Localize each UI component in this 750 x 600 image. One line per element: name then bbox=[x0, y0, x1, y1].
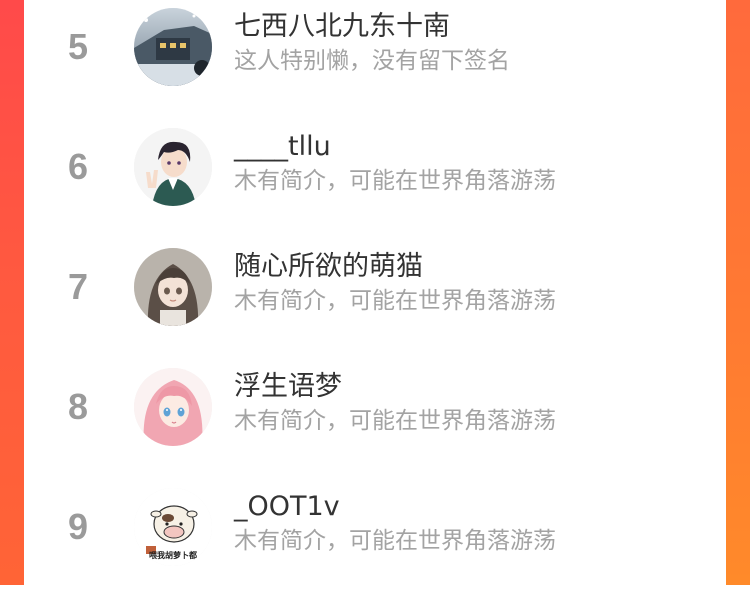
rank-number: 8 bbox=[67, 386, 89, 427]
user-name[interactable]: 浮生语梦 bbox=[234, 370, 342, 404]
leaderboard-row[interactable]: 8 浮生语梦 木有简介，可能在世界角落游荡 bbox=[24, 360, 726, 480]
user-avatar[interactable] bbox=[134, 368, 212, 446]
leaderboard-row[interactable]: 5 七西八北九东十南 这人特别懒，没有留下签名 bbox=[24, 0, 726, 120]
left-gradient-edge bbox=[0, 0, 24, 585]
user-bio: 木有简介，可能在世界角落游荡 bbox=[234, 168, 556, 194]
user-avatar[interactable] bbox=[134, 8, 212, 86]
rank-number: 9 bbox=[67, 506, 89, 547]
user-avatar[interactable]: 喂我胡萝卜都 bbox=[134, 488, 212, 566]
leaderboard-list: 5 七西八北九东十南 这人特别懒，没有留下签名 6 ____tllu 木有简介，… bbox=[24, 0, 726, 585]
leaderboard-row[interactable]: 9 喂我胡萝卜都 _OOT1v 木有简介，可能在世界角落游荡 bbox=[24, 480, 726, 600]
avatar-caption: 喂我胡萝卜都 bbox=[149, 550, 197, 560]
user-name[interactable]: _OOT1v bbox=[234, 490, 340, 524]
user-name[interactable]: 七西八北九东十南 bbox=[234, 10, 450, 44]
user-name[interactable]: 随心所欲的萌猫 bbox=[234, 250, 423, 284]
leaderboard-row[interactable]: 6 ____tllu 木有简介，可能在世界角落游荡 bbox=[24, 120, 726, 240]
user-bio: 这人特别懒，没有留下签名 bbox=[234, 48, 510, 74]
user-name[interactable]: ____tllu bbox=[234, 130, 331, 164]
anime-girl-icon bbox=[134, 248, 212, 326]
user-avatar[interactable] bbox=[134, 248, 212, 326]
cartoon-cow-icon: 喂我胡萝卜都 bbox=[134, 488, 212, 566]
user-bio: 木有简介，可能在世界角落游荡 bbox=[234, 288, 556, 314]
rank-number: 7 bbox=[67, 266, 89, 307]
rank-number: 5 bbox=[67, 26, 89, 67]
anime-girl-pink-hair-icon bbox=[134, 368, 212, 446]
user-avatar[interactable] bbox=[134, 128, 212, 206]
right-gradient-edge bbox=[726, 0, 750, 585]
user-bio: 木有简介，可能在世界角落游荡 bbox=[234, 408, 556, 434]
leaderboard-row[interactable]: 7 随心所欲的萌猫 木有简介，可能在世界角落游荡 bbox=[24, 240, 726, 360]
user-bio: 木有简介，可能在世界角落游荡 bbox=[234, 528, 556, 554]
rank-number: 6 bbox=[67, 146, 89, 187]
anime-boy-icon bbox=[134, 128, 212, 206]
night-train-scene-icon bbox=[134, 8, 212, 86]
